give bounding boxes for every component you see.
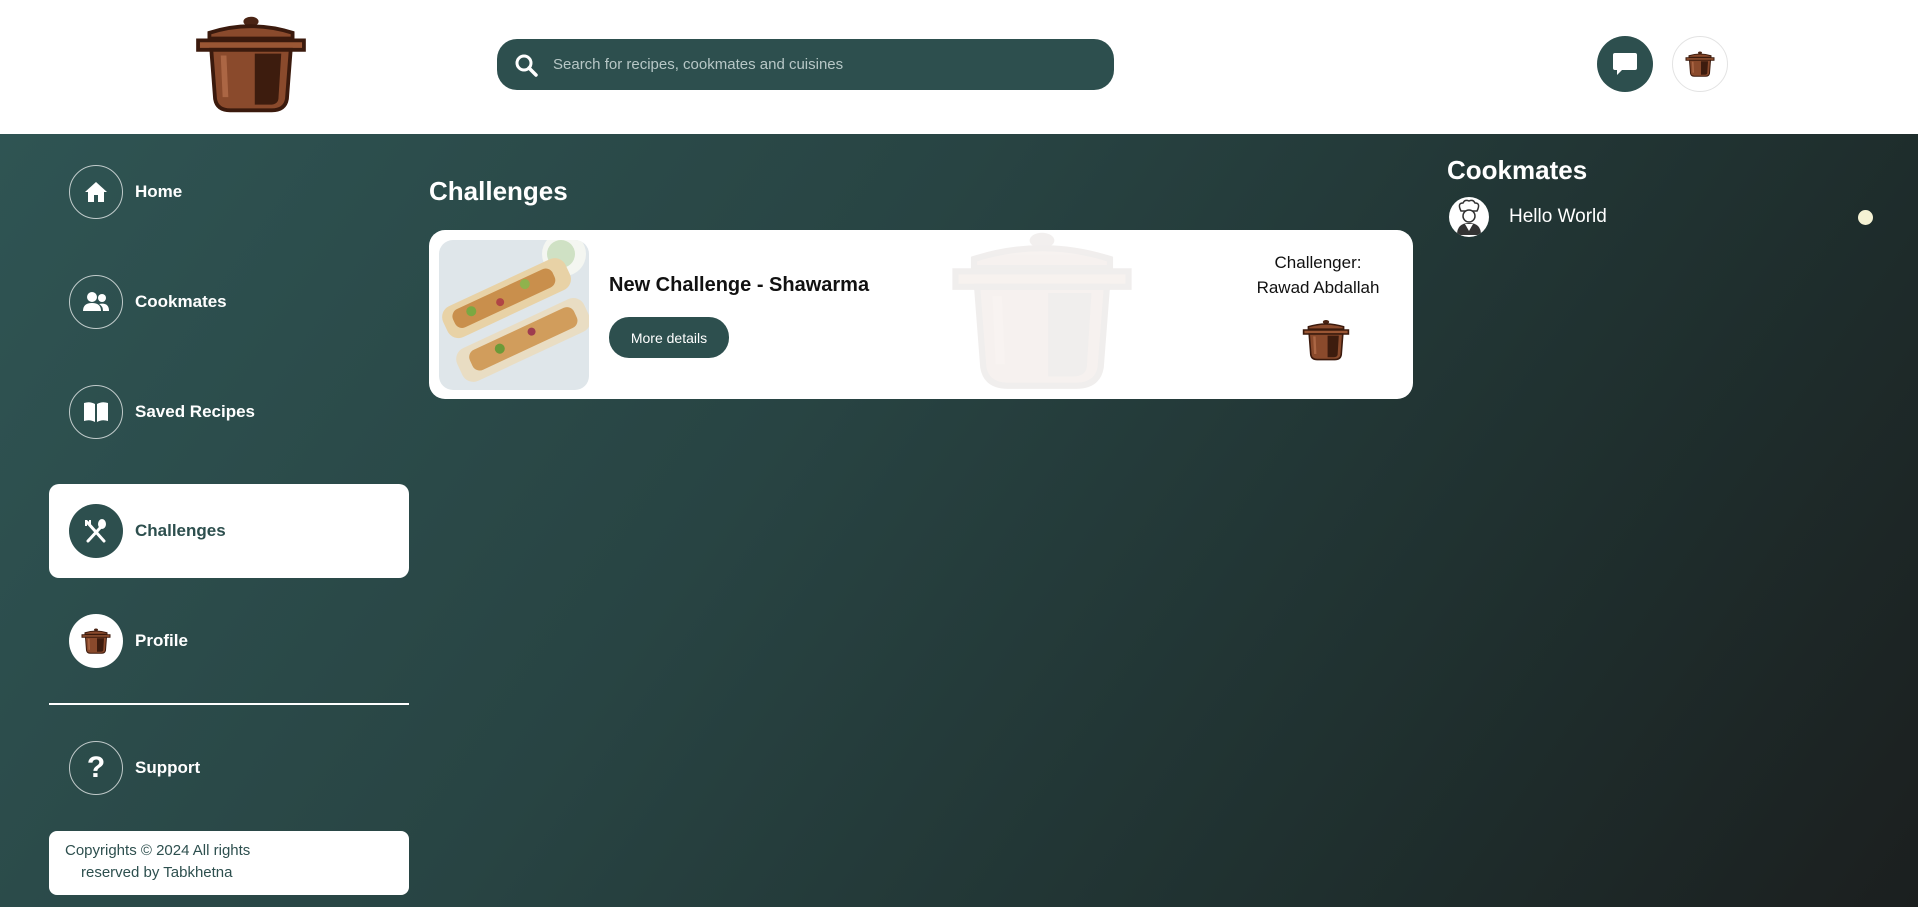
question-icon: ? xyxy=(69,741,123,795)
page-title: Challenges xyxy=(429,176,568,206)
users-icon xyxy=(69,275,123,329)
search-input[interactable] xyxy=(551,55,1114,74)
copyright-line: reserved by Tabkhetna xyxy=(81,864,233,881)
challenger-label: Challenger: xyxy=(1274,253,1362,272)
book-icon xyxy=(69,385,123,439)
challenge-title: New Challenge - Shawarma xyxy=(609,274,870,296)
main-area: Home Cookmates Saved Recipes Challenges … xyxy=(0,134,1918,907)
pot-avatar-icon xyxy=(69,614,123,668)
user-avatar-button[interactable] xyxy=(1672,36,1728,92)
challenge-card[interactable]: New Challenge - Shawarma More details Ch… xyxy=(429,230,1413,399)
sidebar-item-label: Challenges xyxy=(135,521,226,540)
cookmate-name: Hello World xyxy=(1509,206,1607,227)
sidebar-item-saved-recipes[interactable]: Saved Recipes xyxy=(49,365,409,459)
shawarma-image xyxy=(439,240,589,390)
sidebar-item-support[interactable]: ? Support xyxy=(49,721,409,815)
pot-logo-icon[interactable] xyxy=(192,12,310,116)
chat-button[interactable] xyxy=(1597,36,1653,92)
home-icon xyxy=(69,165,123,219)
copyright-box: Copyrights © 2024 All rights reserved by… xyxy=(49,831,409,895)
chef-avatar-icon xyxy=(1449,197,1489,237)
cookmate-item[interactable]: Hello World xyxy=(1447,196,1873,238)
sidebar-item-profile[interactable]: Profile xyxy=(49,594,409,688)
chat-bubble-icon xyxy=(1613,53,1637,75)
sidebar-item-cookmates[interactable]: Cookmates xyxy=(49,255,409,349)
sidebar-divider xyxy=(49,703,409,705)
utensils-icon xyxy=(69,504,123,558)
challenger-name: Rawad Abdallah xyxy=(1256,278,1380,297)
sidebar-item-label: Cookmates xyxy=(135,292,227,311)
pot-avatar-icon xyxy=(1685,50,1715,78)
sidebar-item-label: Support xyxy=(135,758,201,777)
challenger-info: Challenger: Rawad Abdallah xyxy=(1243,250,1393,300)
copyright-line: Copyrights © 2024 All rights xyxy=(65,842,251,859)
online-status-dot xyxy=(1858,209,1873,225)
sidebar-item-label: Profile xyxy=(135,631,188,650)
search-bar[interactable] xyxy=(497,39,1114,90)
sidebar-item-challenges[interactable]: Challenges xyxy=(49,484,409,578)
top-bar xyxy=(0,0,1918,134)
cookmates-title: Cookmates xyxy=(1447,155,1588,185)
search-icon[interactable] xyxy=(511,50,541,80)
sidebar-item-label: Home xyxy=(135,182,183,201)
pot-watermark-icon xyxy=(947,230,1137,395)
more-details-button[interactable]: More details xyxy=(609,317,729,358)
challenger-avatar-icon[interactable] xyxy=(1302,318,1350,362)
sidebar-item-label: Saved Recipes xyxy=(135,402,256,421)
sidebar-item-home[interactable]: Home xyxy=(49,145,409,239)
